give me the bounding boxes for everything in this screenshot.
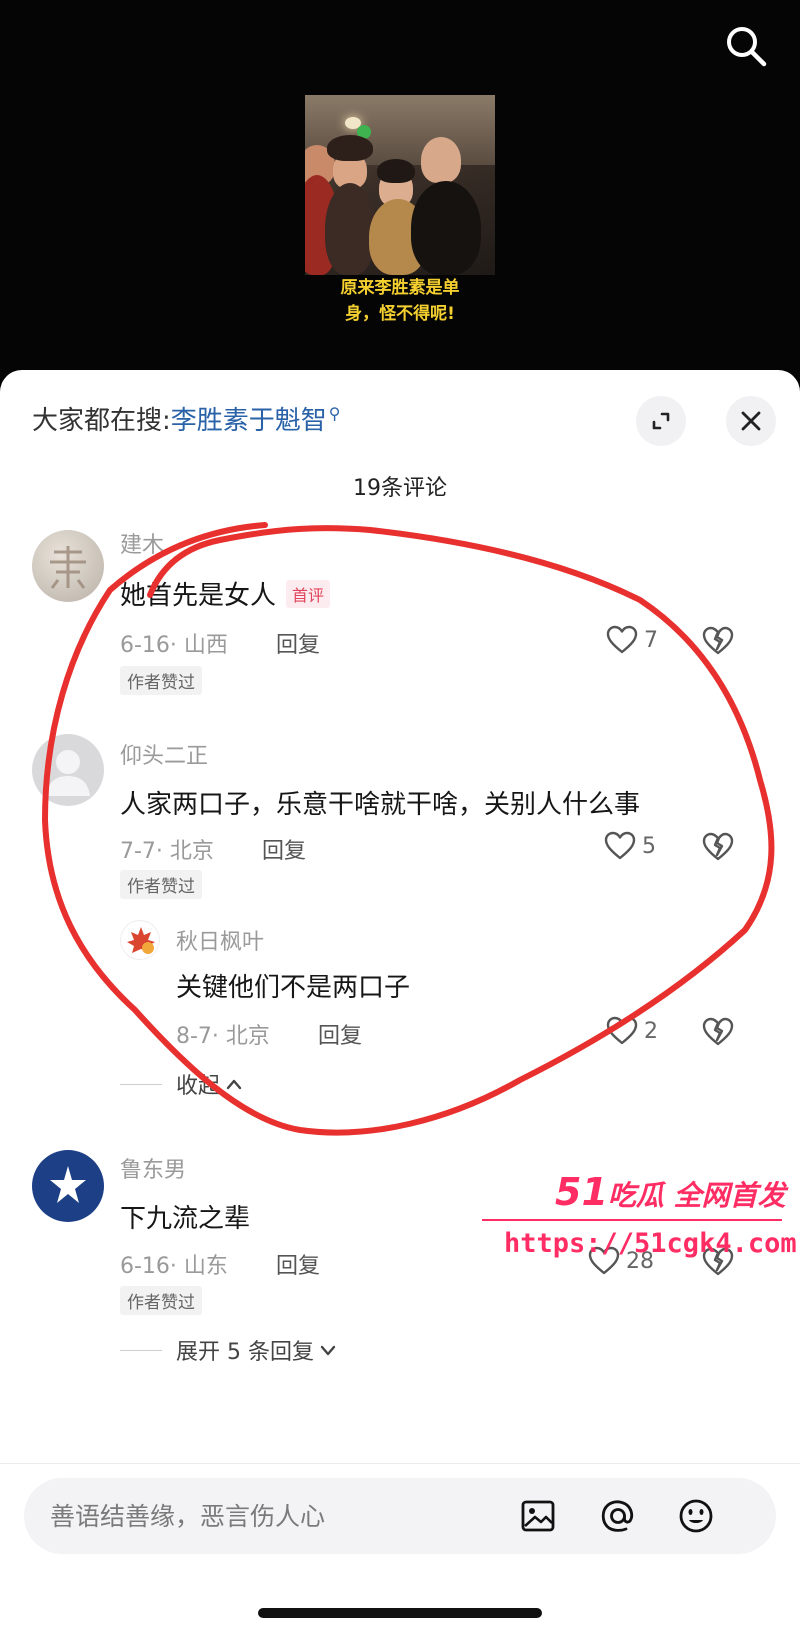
- comment-text[interactable]: 关键他们不是两口子: [176, 967, 410, 1004]
- video-player[interactable]: 原来李胜素是单 身，怪不得呢!: [0, 0, 800, 380]
- image-icon[interactable]: [518, 1496, 558, 1536]
- comment-date-location: 6-16· 山东: [120, 1254, 228, 1279]
- watermark-line: [482, 1219, 782, 1221]
- like-button[interactable]: 5: [604, 831, 656, 861]
- close-button[interactable]: [726, 396, 776, 446]
- divider: [120, 1349, 162, 1351]
- divider: [120, 1083, 162, 1085]
- comment-date-location: 8-7· 北京: [176, 1024, 270, 1049]
- comment-text[interactable]: 她首先是女人 首评: [120, 575, 331, 612]
- broken-heart-icon[interactable]: [701, 1016, 735, 1048]
- avatar[interactable]: [32, 1150, 104, 1222]
- maple-leaf-avatar-image: [127, 927, 155, 954]
- chevron-up-icon: [226, 1079, 242, 1090]
- reply-button[interactable]: 回复: [318, 1018, 362, 1050]
- comment-text-body: 她首先是女人: [120, 581, 277, 611]
- collapse-replies-button[interactable]: 收起: [120, 1068, 242, 1100]
- avatar[interactable]: [32, 530, 104, 602]
- search-icon[interactable]: [722, 22, 770, 70]
- comment-input-bar: [24, 1478, 776, 1554]
- expand-icon: [652, 412, 670, 430]
- seal-avatar-image: [50, 546, 86, 589]
- broken-heart-icon[interactable]: [701, 625, 735, 657]
- hot-search-bar[interactable]: 大家都在搜:李胜素于魁智 ⚲: [32, 400, 341, 437]
- comment-username[interactable]: 建木: [120, 527, 164, 559]
- video-caption: 原来李胜素是单 身，怪不得呢!: [305, 275, 495, 327]
- hot-search-prefix: 大家都在搜:: [32, 406, 171, 436]
- watermark-brand: 51吃瓜 全网首发: [555, 1170, 786, 1214]
- expand-label: 展开 5 条回复: [176, 1340, 314, 1365]
- at-icon[interactable]: [598, 1496, 638, 1536]
- comment-sheet: 大家都在搜:李胜素于魁智 ⚲ 19条评论 建木 她首先是女人 首评 6-16· 山西…: [0, 370, 800, 1636]
- comment-username[interactable]: 仰头二正: [120, 738, 208, 770]
- author-liked-tag: 作者赞过: [120, 870, 202, 899]
- chevron-down-icon: [320, 1345, 336, 1356]
- broken-heart-icon[interactable]: [701, 831, 735, 863]
- hot-search-keyword[interactable]: 李胜素于魁智: [171, 406, 327, 436]
- reply-button[interactable]: 回复: [276, 627, 320, 659]
- like-button[interactable]: 2: [606, 1016, 658, 1046]
- expand-button[interactable]: [636, 396, 686, 446]
- first-comment-badge: 首评: [286, 579, 331, 608]
- star-avatar-image: [50, 1166, 86, 1203]
- watermark-url: https://51cgk4.com: [504, 1228, 797, 1259]
- like-count: 7: [644, 627, 658, 653]
- reply-button[interactable]: 回复: [262, 833, 306, 865]
- reply-button[interactable]: 回复: [276, 1248, 320, 1280]
- comment-input[interactable]: [50, 1492, 510, 1540]
- comment-username[interactable]: 秋日枫叶: [176, 924, 264, 956]
- search-icon: ⚲: [328, 404, 341, 424]
- heart-icon: [606, 1016, 638, 1045]
- comment-count: 19条评论: [353, 476, 447, 501]
- expand-replies-button[interactable]: 展开 5 条回复: [120, 1334, 336, 1366]
- heart-icon: [606, 625, 638, 654]
- caption-line: 原来李胜素是单: [340, 278, 460, 298]
- default-avatar-icon: [46, 750, 90, 796]
- watermark-number: 51: [555, 1170, 608, 1214]
- like-count: 5: [642, 833, 656, 859]
- comment-date-location: 6-16· 山西: [120, 633, 228, 658]
- comment-date-location: 7-7· 北京: [120, 839, 214, 864]
- avatar[interactable]: [32, 734, 104, 806]
- author-liked-tag: 作者赞过: [120, 666, 202, 695]
- collapse-label: 收起: [176, 1074, 221, 1099]
- emoji-icon[interactable]: [676, 1496, 716, 1536]
- author-liked-tag: 作者赞过: [120, 1286, 202, 1315]
- like-count: 2: [644, 1018, 658, 1044]
- like-button[interactable]: 7: [606, 625, 658, 655]
- watermark-text: 吃瓜 全网首发: [607, 1179, 786, 1212]
- avatar[interactable]: [120, 920, 160, 960]
- comment-text[interactable]: 人家两口子，乐意干啥就干啥，关别人什么事: [120, 784, 640, 821]
- heart-icon: [604, 831, 636, 860]
- home-indicator: [258, 1608, 542, 1618]
- input-divider: [0, 1463, 800, 1464]
- caption-line: 身，怪不得呢!: [345, 304, 455, 324]
- video-thumbnail: [305, 95, 495, 275]
- comment-username[interactable]: 鲁东男: [120, 1152, 186, 1184]
- comment-text[interactable]: 下九流之辈: [120, 1198, 250, 1235]
- close-icon: [741, 411, 761, 431]
